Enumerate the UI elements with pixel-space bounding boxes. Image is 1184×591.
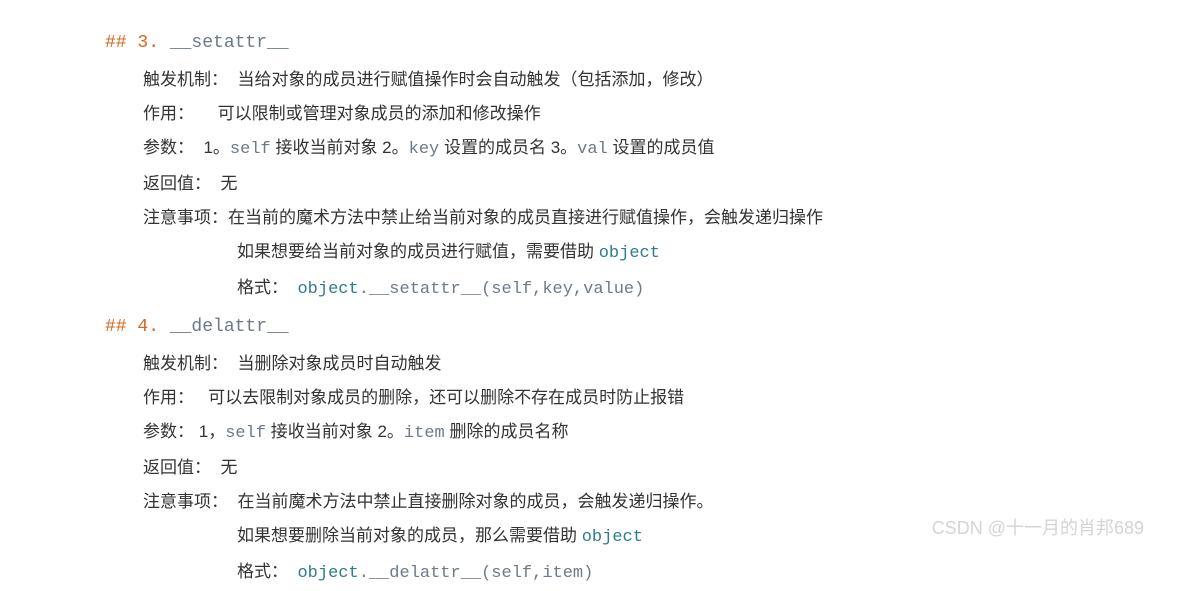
param-key: key <box>409 140 440 159</box>
note-line-1: 注意事项：在当前的魔术方法中禁止给当前对象的成员直接进行赋值操作，会触发递归操作 <box>105 201 1184 235</box>
trigger-text: 当删除对象成员时自动触发 <box>237 354 441 373</box>
note-label: 注意事项： <box>143 208 228 227</box>
note-text-1: 在当前魔术方法中禁止直接删除对象的成员，会触发递归操作。 <box>237 492 713 511</box>
format-line: 格式： object.__delattr__(self,item) <box>105 555 1184 591</box>
heading-prefix: ## 4. <box>105 317 170 337</box>
format-object: object <box>297 280 358 299</box>
param-m2: 设置的成员名 3。 <box>439 138 577 157</box>
object-keyword: object <box>599 244 660 263</box>
use-line: 作用： 可以限制或管理对象成员的添加和修改操作 <box>105 97 1184 131</box>
note-text-1: 在当前的魔术方法中禁止给当前对象的成员直接进行赋值操作，会触发递归操作 <box>228 208 823 227</box>
param-label: 参数： <box>143 138 194 157</box>
param-self: self <box>225 424 266 443</box>
use-label: 作用： <box>143 388 194 407</box>
trigger-line: 触发机制： 当删除对象成员时自动触发 <box>105 347 1184 381</box>
heading-method: __setattr__ <box>170 33 289 53</box>
format-args: (self,key,value) <box>481 280 644 299</box>
note-text-2a: 如果想要删除当前对象的成员，那么需要借助 <box>237 526 582 545</box>
format-label: 格式： <box>237 278 293 297</box>
format-method: __setattr__ <box>369 280 481 299</box>
format-dot: . <box>359 280 369 299</box>
note-line-2: 如果想要给当前对象的成员进行赋值，需要借助 object <box>105 235 1184 271</box>
return-text: 无 <box>220 458 237 477</box>
trigger-label: 触发机制： <box>143 70 228 89</box>
format-line: 格式： object.__setattr__(self,key,value) <box>105 271 1184 307</box>
param-t1: 1。 <box>203 138 229 157</box>
use-text: 可以去限制对象成员的删除，还可以删除不存在成员时防止报错 <box>208 388 684 407</box>
use-label: 作用： <box>143 104 194 123</box>
format-object: object <box>297 564 358 583</box>
format-args: (self,item) <box>481 564 593 583</box>
section-3-heading: ## 3. __setattr__ <box>105 25 1184 61</box>
return-line: 返回值： 无 <box>105 451 1184 485</box>
trigger-text: 当给对象的成员进行赋值操作时会自动触发（包括添加，修改） <box>237 70 713 89</box>
format-method: __delattr__ <box>369 564 481 583</box>
format-dot: . <box>359 564 369 583</box>
param-val: val <box>577 140 608 159</box>
trigger-label: 触发机制： <box>143 354 228 373</box>
heading-prefix: ## 3. <box>105 33 170 53</box>
object-keyword: object <box>582 528 643 547</box>
use-text: 可以限制或管理对象成员的添加和修改操作 <box>218 104 541 123</box>
format-label: 格式： <box>237 562 293 581</box>
section-4-heading: ## 4. __delattr__ <box>105 309 1184 345</box>
param-m1: 接收当前对象 2。 <box>271 138 409 157</box>
return-label: 返回值： <box>143 174 211 193</box>
param-m2: 删除的成员名称 <box>445 422 569 441</box>
trigger-line: 触发机制： 当给对象的成员进行赋值操作时会自动触发（包括添加，修改） <box>105 63 1184 97</box>
param-item: item <box>404 424 445 443</box>
param-line: 参数： 1，self 接收当前对象 2。item 删除的成员名称 <box>105 415 1184 451</box>
param-t1: 1， <box>199 422 225 441</box>
param-m1: 接收当前对象 2。 <box>266 422 404 441</box>
return-line: 返回值： 无 <box>105 167 1184 201</box>
section-3-body: 触发机制： 当给对象的成员进行赋值操作时会自动触发（包括添加，修改） 作用： 可… <box>105 63 1184 307</box>
note-text-2a: 如果想要给当前对象的成员进行赋值，需要借助 <box>237 242 599 261</box>
note-label: 注意事项： <box>143 492 228 511</box>
return-label: 返回值： <box>143 458 211 477</box>
use-line: 作用： 可以去限制对象成员的删除，还可以删除不存在成员时防止报错 <box>105 381 1184 415</box>
param-label: 参数： <box>143 422 194 441</box>
return-text: 无 <box>220 174 237 193</box>
csdn-watermark: CSDN @十一月的肖邦689 <box>932 510 1144 546</box>
param-m3: 设置的成员值 <box>608 138 715 157</box>
param-line: 参数： 1。self 接收当前对象 2。key 设置的成员名 3。val 设置的… <box>105 131 1184 167</box>
document-body: ## 3. __setattr__ 触发机制： 当给对象的成员进行赋值操作时会自… <box>0 0 1184 591</box>
param-self: self <box>230 140 271 159</box>
heading-method: __delattr__ <box>170 317 289 337</box>
section-4-body: 触发机制： 当删除对象成员时自动触发 作用： 可以去限制对象成员的删除，还可以删… <box>105 347 1184 591</box>
